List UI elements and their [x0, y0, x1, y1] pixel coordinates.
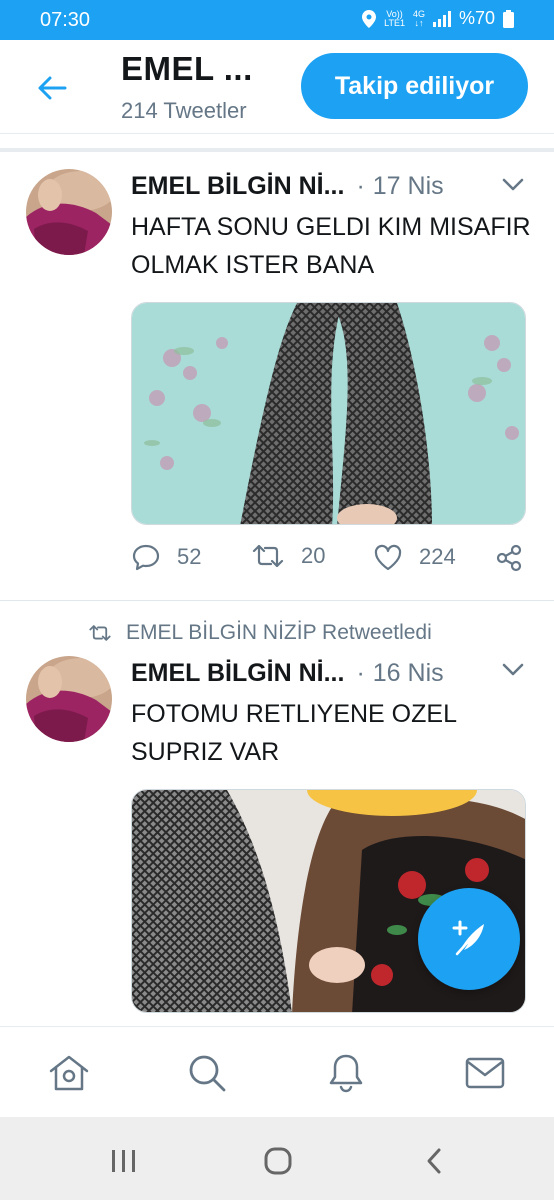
reply-count: 52 [177, 544, 202, 569]
tweet-actions: 52 20 224 [131, 543, 531, 583]
retweet-button[interactable]: 20 [251, 543, 325, 569]
home-circle-icon [264, 1147, 292, 1175]
tab-search[interactable] [183, 1049, 231, 1097]
share-button[interactable] [494, 543, 524, 573]
profile-header: EMEL ... 214 Tweetler Takip ediliyor [0, 40, 554, 134]
tweet-date: 17 Nis [372, 172, 444, 200]
like-button[interactable]: 224 [373, 543, 456, 571]
separator-dot: · [356, 659, 365, 687]
separator-dot: · [356, 172, 365, 200]
heart-icon [374, 544, 402, 571]
following-button[interactable]: Takip ediliyor [301, 53, 528, 119]
back-button[interactable] [30, 68, 74, 108]
back-nav-button[interactable] [414, 1141, 454, 1181]
tweet-count: 214 Tweetler [121, 98, 247, 123]
android-navigation-bar [0, 1117, 554, 1200]
compose-feather-icon [452, 920, 484, 956]
compose-tweet-button[interactable] [418, 888, 520, 990]
status-time: 07:30 [40, 9, 91, 31]
status-bar: 07:30 Vo)) LTE1 4G ↓↑ %70 [0, 0, 554, 40]
tweet-menu-button[interactable] [498, 655, 528, 685]
reply-icon [132, 544, 160, 571]
share-icon [496, 544, 522, 572]
status-icons: Vo)) LTE1 4G ↓↑ %70 [362, 8, 514, 29]
avatar[interactable] [26, 169, 112, 255]
signal-icon [432, 10, 451, 27]
recent-apps-icon [112, 1150, 135, 1172]
chevron-down-icon [502, 178, 524, 191]
tweet-text: FOTOMU RETLIYENE OZEL SUPRIZ VAR [131, 700, 457, 766]
location-icon [362, 9, 377, 28]
tweet-text: HAFTA SONU GELDI KIM MISAFIR OLMAK ISTER… [131, 213, 531, 279]
tweet-media-image[interactable] [131, 302, 526, 525]
retweet-context: EMEL BİLGİN NİZİP Retweetledi [88, 621, 432, 645]
tweet-header: EMEL BİLGİN Nİ... · 16 Nis [131, 659, 531, 688]
chevron-down-icon [502, 663, 524, 676]
home-nav-button[interactable] [258, 1141, 298, 1181]
avatar[interactable] [26, 656, 112, 742]
tweet-author-name[interactable]: EMEL BİLGİN Nİ... [131, 659, 344, 688]
home-icon [49, 1055, 89, 1091]
search-icon [189, 1055, 226, 1092]
tweet-divider [0, 600, 554, 601]
volte-indicator: Vo)) LTE1 [384, 8, 405, 28]
feed-divider [0, 148, 554, 152]
network-indicator: 4G ↓↑ [412, 8, 425, 28]
bottom-tab-bar [0, 1026, 554, 1117]
reply-button[interactable]: 52 [131, 543, 201, 571]
arrow-left-icon [38, 76, 67, 100]
bell-icon [329, 1054, 363, 1093]
retweet-icon [252, 544, 284, 568]
like-count: 224 [419, 544, 456, 569]
retweeted-by-label[interactable]: EMEL BİLGİN NİZİP Retweetledi [126, 621, 432, 645]
chevron-left-icon [427, 1148, 441, 1174]
mail-icon [465, 1057, 505, 1089]
tweet-header: EMEL BİLGİN Nİ... · 17 Nis [131, 172, 531, 201]
tab-messages[interactable] [461, 1049, 509, 1097]
battery-icon [503, 9, 514, 28]
retweet-icon [89, 625, 111, 641]
recent-apps-button[interactable] [104, 1141, 144, 1181]
tweet-author-name[interactable]: EMEL BİLGİN Nİ... [131, 172, 344, 201]
tab-home[interactable] [45, 1049, 93, 1097]
retweet-count: 20 [301, 543, 326, 568]
battery-percent: %70 [458, 8, 495, 28]
tweet-menu-button[interactable] [498, 170, 528, 200]
profile-name-title: EMEL ... [121, 50, 253, 87]
tab-notifications[interactable] [322, 1049, 370, 1097]
tweet-date: 16 Nis [372, 659, 444, 687]
